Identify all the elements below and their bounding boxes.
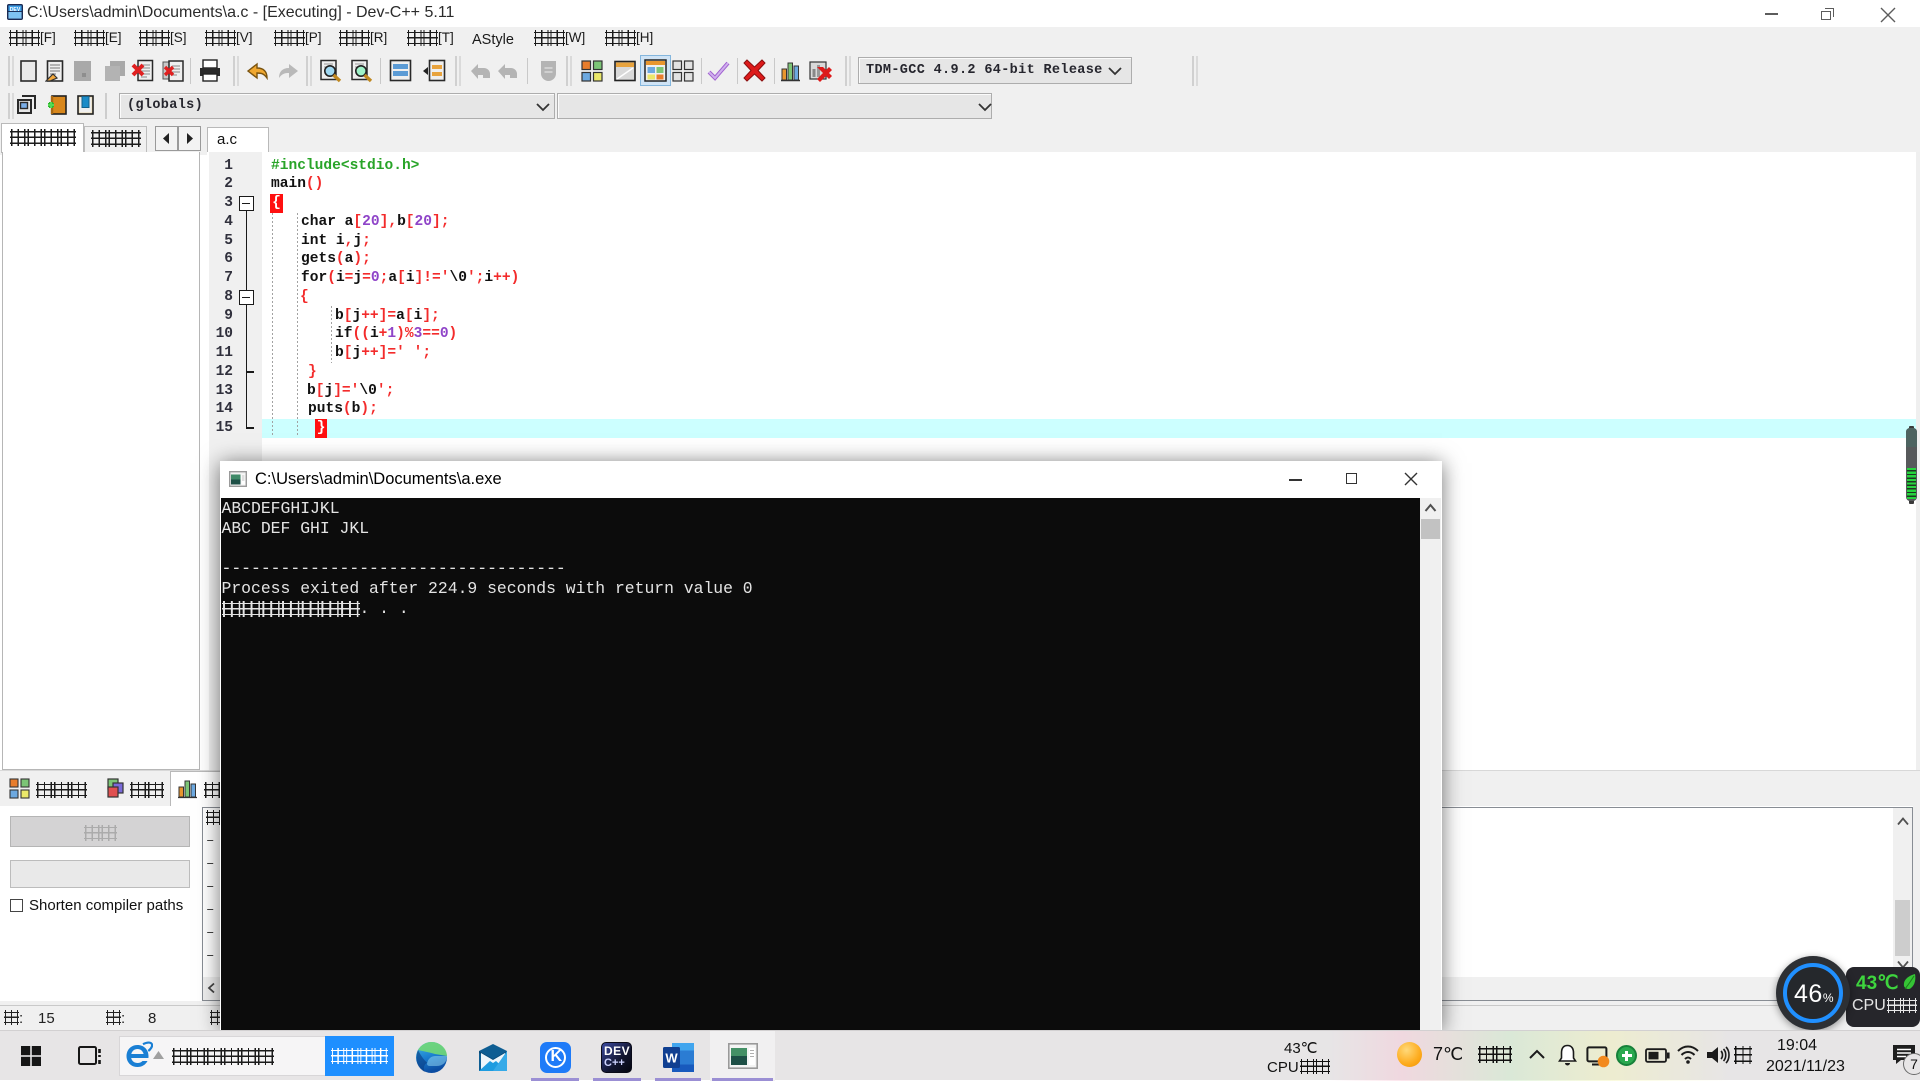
svg-text:W: W bbox=[665, 1051, 678, 1066]
svg-text:DEV: DEV bbox=[10, 7, 21, 13]
